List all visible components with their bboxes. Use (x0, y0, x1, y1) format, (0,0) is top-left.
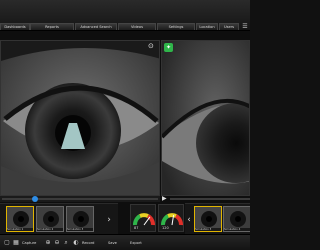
scrubber-track (2, 198, 158, 200)
menu-item-location[interactable]: Location (196, 23, 218, 30)
camera-icon[interactable]: ⊙ (148, 43, 156, 50)
thumbnail-caption: Simulation 3 (195, 228, 221, 231)
grid-icon[interactable]: ▦ (12, 238, 20, 247)
capture-badge-icon[interactable]: ✦ (164, 43, 173, 52)
thumbnail-caption: Simulation 2 (37, 228, 63, 231)
play-icon[interactable]: ▶ (162, 196, 168, 202)
thumbnail-strip-left: Simulation 1 Simulation 2 Simulation 3 › (0, 203, 118, 235)
zoom-out-icon[interactable]: ⊖ (53, 238, 61, 247)
chevron-right-icon[interactable]: › (106, 214, 112, 226)
menu-item-dashboards[interactable]: Dashboards (0, 23, 30, 30)
thumbnail-caption: Simulation 3 (67, 228, 93, 231)
record-button[interactable]: Record (82, 239, 94, 247)
scrubber-knob[interactable] (32, 196, 38, 202)
right-eye-view[interactable]: ✦ (161, 40, 250, 196)
top-bar: Dashboards Advanced Search Videos Settin… (0, 0, 250, 31)
zoom-in-icon[interactable]: ⊕ (44, 238, 52, 247)
thumbnail-item[interactable]: Simulation 3 (194, 206, 222, 232)
save-button[interactable]: Save (108, 239, 117, 247)
bottom-toolbar: ▢ ▦ Capture ⊕ ⊖ ⌕ ◐ Record Save Export (0, 234, 250, 250)
thumbnail-caption: Simulation 4 (224, 228, 250, 231)
gauge-value: 120 (162, 226, 169, 230)
menu-overflow-icon[interactable]: ☰ (240, 23, 250, 30)
right-eye-image (162, 41, 249, 195)
menu-item-users[interactable]: Users (219, 23, 239, 30)
right-scrubber-track[interactable] (170, 198, 250, 200)
gauge-left: 87 (130, 204, 156, 232)
left-eye-view[interactable]: ⊙ (0, 40, 160, 196)
app-window: Dashboards Advanced Search Videos Settin… (0, 0, 250, 250)
thumbnail-caption: Simulation 1 (7, 228, 33, 231)
thumbnail-item[interactable]: Simulation 4 (223, 206, 250, 232)
left-eye-image (1, 41, 159, 195)
capture-button[interactable]: Capture (22, 239, 36, 247)
main-menu: Dashboards Advanced Search Videos Settin… (0, 23, 250, 30)
menu-item-settings[interactable]: Settings (157, 23, 195, 30)
square-icon[interactable]: ▢ (3, 238, 11, 247)
contrast-icon[interactable]: ◐ (72, 238, 80, 247)
gauge-right: 120 (158, 204, 184, 232)
thumbnail-item[interactable]: Simulation 2 (36, 206, 64, 232)
chevron-left-icon[interactable]: ‹ (186, 214, 192, 226)
export-button[interactable]: Export (130, 239, 142, 247)
search-icon[interactable]: ⌕ (62, 238, 70, 247)
menu-item-reports[interactable]: Reports (30, 23, 74, 30)
thumbnail-item[interactable]: Simulation 3 (66, 206, 94, 232)
menu-item-advanced-search[interactable]: Advanced Search (75, 23, 117, 30)
gauge-value: 87 (134, 226, 139, 230)
thumbnail-item[interactable]: Simulation 1 (6, 206, 34, 232)
thumbnail-strip-right: ‹ Simulation 3 Simulation 4 (185, 203, 250, 235)
playback-scrubber[interactable] (0, 196, 160, 202)
menu-item-videos[interactable]: Videos (118, 23, 156, 30)
